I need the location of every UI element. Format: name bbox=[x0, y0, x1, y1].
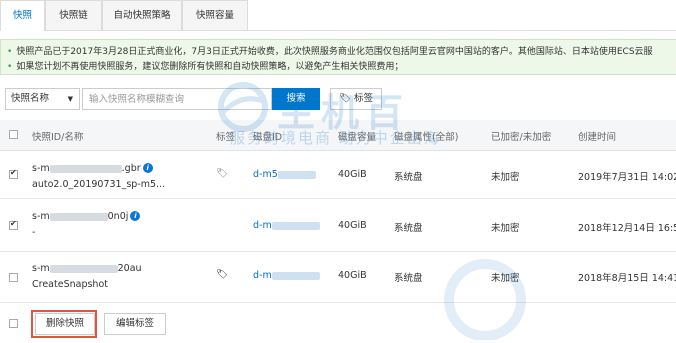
tab-snapshots[interactable]: 快照 bbox=[0, 0, 45, 31]
info-icon[interactable]: i bbox=[130, 211, 141, 221]
notice-line-1: 快照产品已于2017年3月28日正式商业化，7月3日正式开始收费，此次快照服务商… bbox=[7, 44, 652, 57]
snapshot-id-prefix: s-m bbox=[32, 211, 50, 222]
disk-id-link[interactable]: d-m bbox=[253, 270, 320, 281]
disk-id-link[interactable]: d-m5 bbox=[253, 169, 316, 180]
snapshot-name: auto2.0_20190731_sp-m5... bbox=[32, 179, 166, 190]
tag-filter-button[interactable]: 🏷 标签 bbox=[330, 88, 382, 110]
snapshot-id-prefix: s-m bbox=[32, 163, 50, 174]
search-button[interactable]: 搜索 bbox=[272, 88, 320, 110]
disk-size: 40GiB bbox=[338, 169, 367, 180]
snapshot-id-suffix: 0n0j bbox=[107, 211, 129, 222]
row-checkbox[interactable] bbox=[9, 219, 18, 230]
disk-size: 40GiB bbox=[338, 220, 367, 231]
disk-id-prefix: d-m5 bbox=[253, 169, 278, 180]
table-row: s-m 0n0ji - d-m 40GiB 系统盘 未加密 2018年12月14日… bbox=[0, 199, 676, 252]
snapshot-id[interactable]: s-m 0n0j i bbox=[32, 211, 141, 222]
snapshot-id-suffix: .gbr bbox=[121, 163, 141, 174]
tag-icon: 🏷 bbox=[338, 93, 351, 104]
disk-attr: 系统盘 bbox=[394, 223, 423, 234]
snapshot-name: - bbox=[32, 227, 36, 238]
tag-icon[interactable]: 🏷 bbox=[216, 269, 228, 280]
tag-filter-label: 标签 bbox=[354, 93, 374, 104]
header-disk-attr[interactable]: 磁盘属性(全部) bbox=[394, 129, 458, 143]
tag-icon[interactable]: 🏷 bbox=[216, 168, 228, 179]
redacted-text bbox=[49, 212, 108, 221]
table-row: s-m .gbri auto2.0_20190731_sp-m5... 🏷 d-m… bbox=[0, 151, 676, 199]
tab-bar: 快照 快照链 自动快照策略 快照容量 bbox=[0, 0, 676, 31]
row-checkbox[interactable] bbox=[9, 273, 18, 282]
encryption-status: 未加密 bbox=[491, 172, 520, 183]
info-icon[interactable]: i bbox=[142, 163, 153, 173]
disk-id-link[interactable]: d-m bbox=[253, 220, 320, 231]
header-disk-size: 磁盘容量 bbox=[338, 132, 377, 143]
disk-size: 40GiB bbox=[338, 270, 367, 281]
tab-auto-snapshot-policy[interactable]: 自动快照策略 bbox=[102, 0, 182, 30]
edit-tags-button[interactable]: 编辑标签 bbox=[104, 313, 166, 335]
highlight-frame bbox=[31, 310, 97, 338]
snapshot-id[interactable]: s-m .gbr i bbox=[32, 163, 153, 174]
redacted-text bbox=[271, 271, 320, 280]
caret-down-icon: ▼ bbox=[67, 95, 73, 103]
select-all-footer-checkbox[interactable] bbox=[9, 319, 18, 328]
redacted-text bbox=[49, 264, 118, 273]
disk-id-prefix: d-m bbox=[253, 220, 272, 231]
notice-line-2: 如果您计划不再使用快照服务，建议您删除所有快照和自动快照策略，以避免产生相关快照… bbox=[7, 59, 403, 72]
table-row: s-m 20au CreateSnapshot 🏷 d-m 40GiB 系统盘 未… bbox=[0, 252, 676, 303]
redacted-text bbox=[49, 164, 122, 173]
created-time: 2019年7月31日 14:02 bbox=[578, 172, 676, 183]
encryption-status: 未加密 bbox=[491, 223, 520, 234]
snapshot-name: CreateSnapshot bbox=[32, 279, 108, 290]
header-disk-id: 磁盘ID bbox=[253, 132, 283, 143]
header-encryption: 已加密/未加密 bbox=[491, 132, 552, 143]
snapshot-id-prefix: s-m bbox=[32, 263, 50, 274]
snapshot-id[interactable]: s-m 20au bbox=[32, 263, 142, 274]
created-time: 2018年12月14日 16:53 bbox=[578, 223, 676, 234]
disk-attr: 系统盘 bbox=[394, 172, 423, 183]
notice-banner: 快照产品已于2017年3月28日正式商业化，7月3日正式开始收费，此次快照服务商… bbox=[0, 39, 676, 75]
disk-attr: 系统盘 bbox=[394, 273, 423, 284]
header-snapshot-id: 快照ID/名称 bbox=[32, 132, 84, 143]
search-input[interactable] bbox=[82, 88, 272, 110]
redacted-text bbox=[271, 221, 320, 230]
header-created-time: 创建时间 bbox=[578, 132, 617, 143]
redacted-text bbox=[277, 170, 316, 179]
search-field-select-value: 快照名称 bbox=[11, 93, 50, 104]
search-field-select[interactable]: 快照名称 ▼ bbox=[5, 88, 80, 110]
disk-id-prefix: d-m bbox=[253, 270, 272, 281]
header-tags: 标签 bbox=[216, 132, 236, 143]
tab-snapshot-capacity[interactable]: 快照容量 bbox=[182, 0, 248, 30]
tab-snapshot-chain[interactable]: 快照链 bbox=[45, 0, 102, 30]
table-header: 快照ID/名称 标签 磁盘ID 磁盘容量 磁盘属性(全部) 已加密/未加密 创建… bbox=[0, 120, 676, 151]
snapshot-id-suffix: 20au bbox=[117, 263, 142, 274]
encryption-status: 未加密 bbox=[491, 273, 520, 284]
created-time: 2018年8月15日 14:41 bbox=[578, 273, 676, 284]
select-all-checkbox[interactable] bbox=[9, 130, 18, 139]
row-checkbox[interactable] bbox=[9, 168, 18, 179]
